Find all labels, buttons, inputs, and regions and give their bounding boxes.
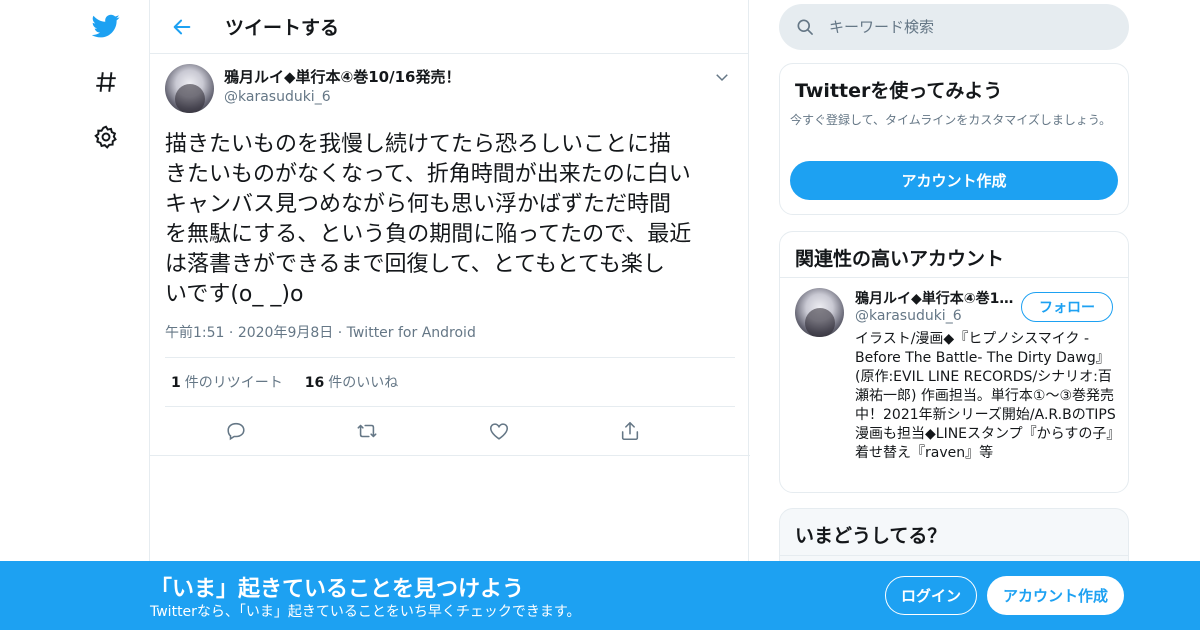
related-account-bio: イラスト/漫画◆『ヒプノシスマイク -Before The Battle- Th… — [855, 331, 1116, 461]
gear-icon[interactable] — [92, 123, 120, 151]
retweet-stat[interactable]: 1 件のリツイート — [171, 372, 283, 392]
tweet-actions — [150, 407, 750, 456]
back-arrow-icon[interactable] — [167, 12, 197, 42]
tweet-author[interactable]: 鴉月ルイ◆単行本④巻10/16発売！ @karasuduki_6 — [165, 64, 733, 116]
tweet: 鴉月ルイ◆単行本④巻10/16発売！ @karasuduki_6 描きたいものを… — [150, 54, 750, 456]
like-count: 16 — [304, 375, 325, 391]
search-icon — [795, 17, 815, 37]
like-stat[interactable]: 16 件のいいね — [305, 372, 398, 392]
tweet-date[interactable]: 2020年9月8日 — [238, 325, 333, 341]
main-header: ツイートする — [150, 0, 748, 54]
trends-card-title: いまどうしてる？ — [795, 525, 947, 547]
login-button[interactable]: ログイン — [885, 576, 977, 615]
divider — [780, 555, 1128, 556]
chevron-down-icon[interactable] — [713, 68, 731, 86]
author-text: 鴉月ルイ◆単行本④巻10/16発売！ @karasuduki_6 — [224, 64, 460, 116]
tweet-time[interactable]: 午前1:51 — [165, 325, 224, 341]
banner-title: 「いま」起きていることを見つけよう — [150, 577, 525, 602]
related-card-title: 関連性の高いアカウント — [780, 232, 1128, 278]
tweet-text: 描きたいものを我慢し続けてたら恐ろしいことに描 きたいものがなくなって、折角時間… — [165, 132, 692, 307]
banner-subtitle: Twitterなら、「いま」起きていることをいち早くチェックできます。 — [150, 604, 581, 620]
related-account-name[interactable]: 鴉月ルイ◆単行本④巻10/16発売！ — [855, 288, 1015, 308]
page: ツイートする 鴉月ルイ◆単行本④巻10/16発売！ @karasuduki_6 … — [0, 0, 1200, 630]
tweet-stats: 1 件のリツイート 16 件のいいね — [165, 357, 735, 407]
related-accounts-card: 関連性の高いアカウント 鴉月ルイ◆単行本④巻10/16発売！ @karasudu… — [779, 231, 1129, 493]
share-icon[interactable] — [619, 420, 750, 442]
heart-icon[interactable] — [488, 420, 619, 442]
signup-card-title: Twitterを使ってみよう — [795, 80, 1003, 102]
banner-signup-button[interactable]: アカウント作成 — [987, 576, 1124, 615]
twitter-logo-icon[interactable] — [92, 12, 120, 40]
author-name[interactable]: 鴉月ルイ◆単行本④巻10/16発売！ — [224, 68, 460, 86]
hashtag-icon[interactable] — [92, 68, 120, 96]
like-label: 件のいいね — [328, 375, 399, 391]
meta-separator: · — [337, 325, 347, 341]
related-account-handle[interactable]: @karasuduki_6 — [855, 308, 962, 324]
create-account-button[interactable]: アカウント作成 — [790, 161, 1118, 200]
related-account: 鴉月ルイ◆単行本④巻10/16発売！ @karasuduki_6 フォロー イラ… — [780, 278, 1128, 461]
retweet-count: 1 — [171, 375, 181, 391]
main-column: ツイートする 鴉月ルイ◆単行本④巻10/16発売！ @karasuduki_6 … — [149, 0, 750, 630]
avatar[interactable] — [165, 64, 214, 113]
author-handle[interactable]: @karasuduki_6 — [224, 88, 460, 106]
tweet-client: Twitter for Android — [346, 325, 476, 341]
page-title: ツイートする — [225, 17, 340, 39]
signup-banner: 「いま」起きていることを見つけよう Twitterなら、「いま」起きていることを… — [0, 561, 1200, 630]
signup-card-description: 今すぐ登録して、タイムラインをカスタマイズしましょう。 — [790, 113, 1112, 127]
search-input[interactable] — [829, 18, 1109, 36]
meta-separator: · — [228, 325, 238, 341]
retweet-icon[interactable] — [356, 420, 487, 442]
tweet-meta: 午前1:51 · 2020年9月8日 · Twitter for Android — [165, 322, 733, 344]
reply-icon[interactable] — [225, 420, 356, 442]
signup-card: Twitterを使ってみよう 今すぐ登録して、タイムラインをカスタマイズしましょ… — [779, 63, 1129, 215]
related-avatar[interactable] — [795, 288, 844, 337]
follow-button[interactable]: フォロー — [1021, 292, 1113, 322]
retweet-label: 件のリツイート — [184, 375, 283, 391]
search-bar[interactable] — [779, 4, 1129, 50]
